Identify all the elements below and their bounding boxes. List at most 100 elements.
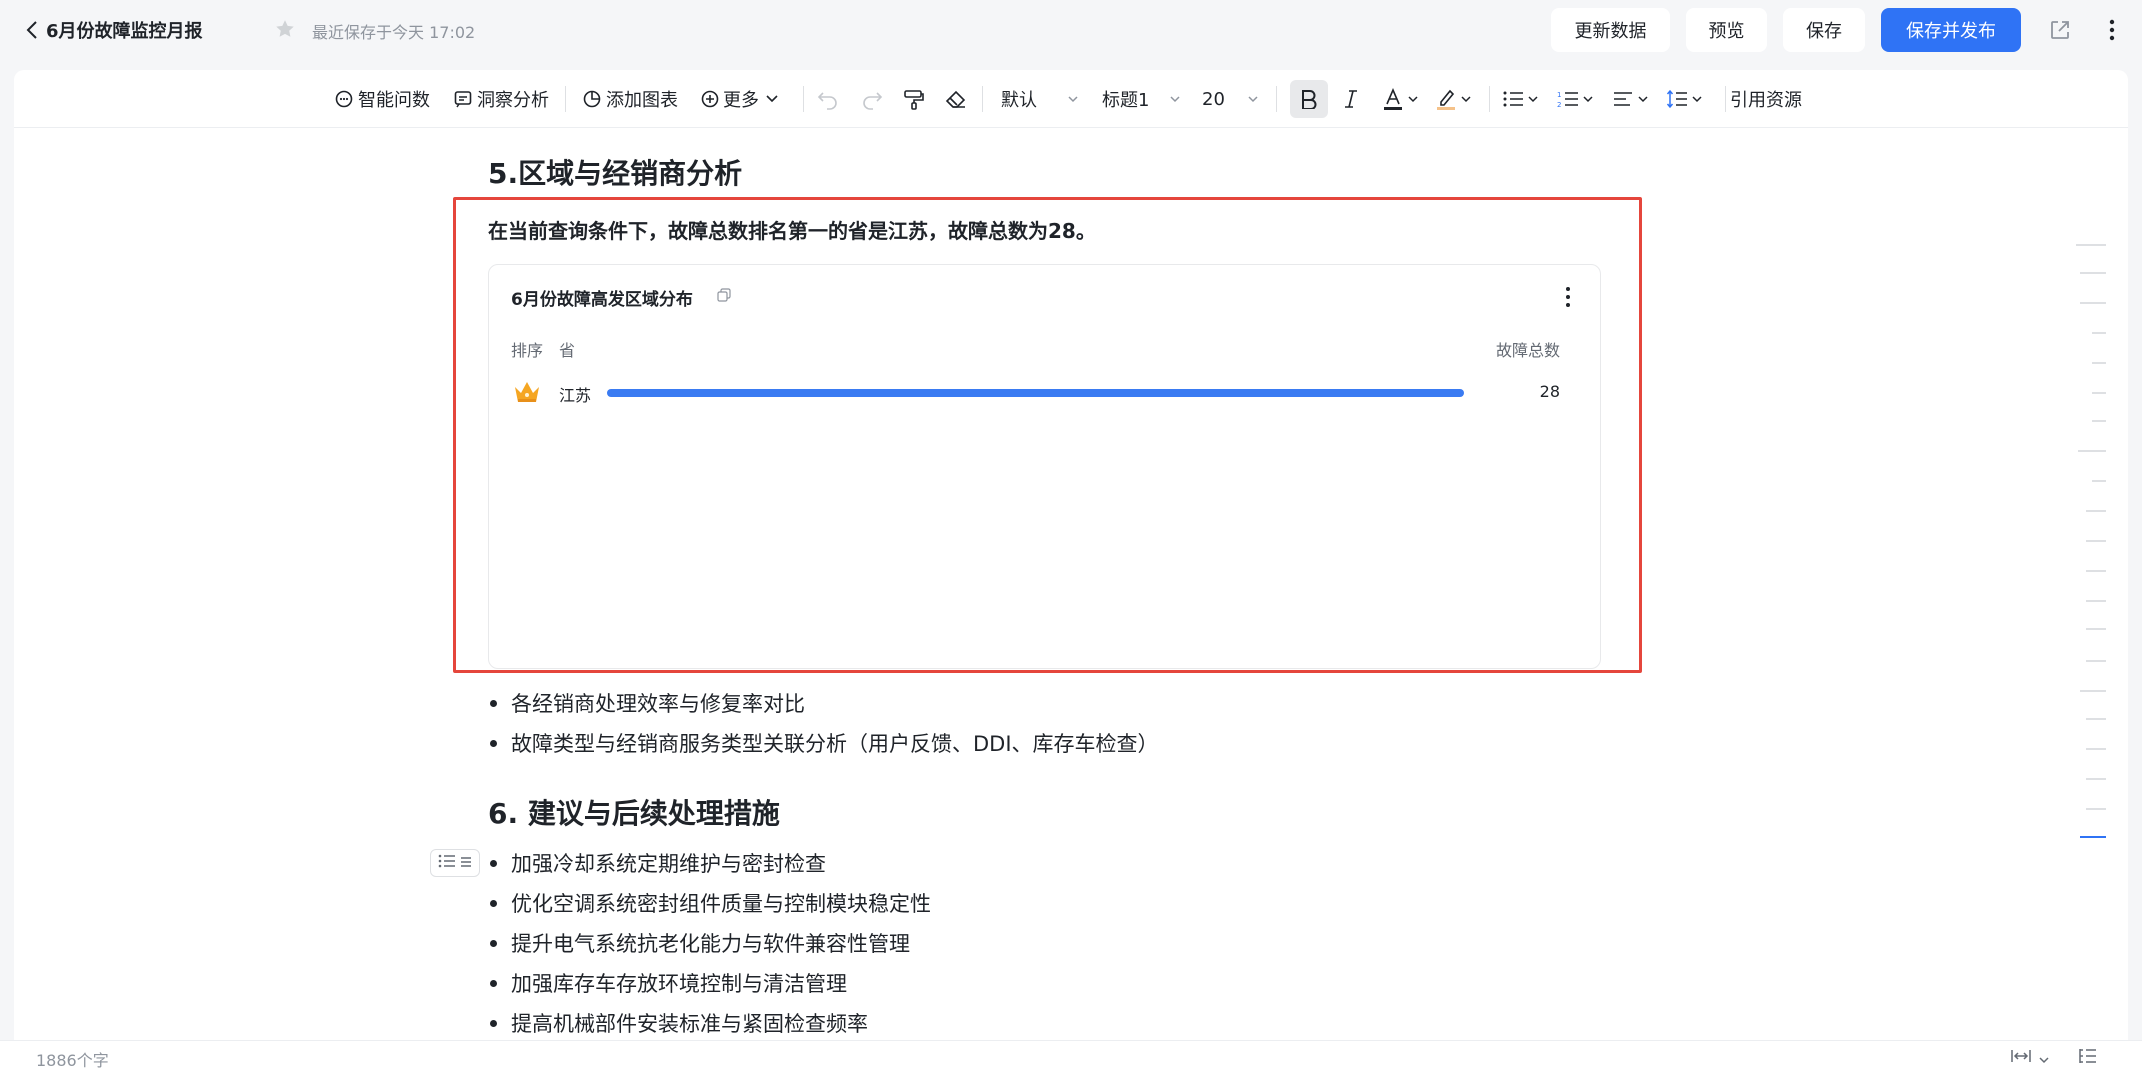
list-item[interactable]: 故障类型与经销商服务类型关联分析（用户反馈、DDI、库存车检查） xyxy=(490,728,1159,758)
undo-button[interactable] xyxy=(816,83,840,115)
list-item-text: 各经销商处理效率与修复率对比 xyxy=(511,692,805,716)
outline-entry[interactable] xyxy=(2076,244,2106,246)
outline-entry[interactable] xyxy=(2086,628,2106,630)
copy-icon[interactable] xyxy=(717,287,731,306)
smart-ask-button[interactable]: 智能问数 xyxy=(334,83,430,115)
ranking-row-value: 28 xyxy=(1539,382,1560,401)
bullet-list-button[interactable] xyxy=(1502,83,1539,115)
column-header-rank: 排序 xyxy=(511,341,544,360)
numbered-list-button[interactable]: 12 xyxy=(1557,83,1594,115)
outline-entry[interactable] xyxy=(2086,808,2106,810)
redo-icon xyxy=(860,88,884,110)
outline-entry[interactable] xyxy=(2080,302,2106,304)
list-item[interactable]: 各经销商处理效率与修复率对比 xyxy=(490,688,805,718)
outline-entry[interactable] xyxy=(2092,362,2106,364)
heading-style-select[interactable]: 标题1 xyxy=(1102,83,1181,115)
list-item[interactable]: 提高机械部件安装标准与紧固检查频率 xyxy=(490,1008,868,1038)
italic-icon xyxy=(1342,89,1360,109)
toolbar-divider xyxy=(1489,86,1490,112)
heading-style-value: 标题1 xyxy=(1102,90,1150,111)
font-family-value: 默认 xyxy=(1001,90,1037,111)
svg-text:1: 1 xyxy=(1557,91,1561,99)
share-external-icon[interactable] xyxy=(2046,16,2074,44)
outline-entry[interactable] xyxy=(2086,510,2106,512)
bold-button[interactable] xyxy=(1290,80,1328,118)
preview-button[interactable]: 预览 xyxy=(1686,8,1767,52)
bullet-dot xyxy=(490,859,497,867)
bullet-list-icon xyxy=(438,853,456,873)
outline-entry[interactable] xyxy=(2086,718,2106,720)
format-painter-button[interactable] xyxy=(902,83,926,115)
chevron-down-icon xyxy=(765,94,779,104)
save-and-publish-button[interactable]: 保存并发布 xyxy=(1881,8,2021,52)
outline-entry[interactable] xyxy=(2080,836,2106,838)
chevron-down-icon xyxy=(1460,95,1472,103)
outline-toggle[interactable] xyxy=(2078,1047,2098,1069)
refresh-data-button[interactable]: 更新数据 xyxy=(1551,8,1670,52)
plus-circle-icon xyxy=(700,89,720,109)
numbered-list-icon: 12 xyxy=(1557,89,1579,109)
chevron-down-icon xyxy=(1637,95,1649,103)
bullet-dot xyxy=(490,979,497,987)
cite-resource-button[interactable]: 引用资源 xyxy=(1730,83,1802,115)
list-item[interactable]: 提升电气系统抗老化能力与软件兼容性管理 xyxy=(490,928,910,958)
clear-format-button[interactable] xyxy=(944,83,968,115)
outline-entry[interactable] xyxy=(2086,660,2106,662)
chart-card-title: 6月份故障高发区域分布 xyxy=(511,290,693,310)
section-5-summary[interactable]: 在当前查询条件下，故障总数排名第一的省是江苏，故障总数为28。 xyxy=(488,215,1096,244)
list-item[interactable]: 加强库存车存放环境控制与清洁管理 xyxy=(490,968,847,998)
insight-analysis-button[interactable]: 洞察分析 xyxy=(453,83,549,115)
outline-entry[interactable] xyxy=(2086,778,2106,780)
text-align-button[interactable] xyxy=(1612,83,1649,115)
list-item-text: 优化空调系统密封组件质量与控制模块稳定性 xyxy=(511,892,931,916)
outline-entry[interactable] xyxy=(2080,272,2106,274)
list-item[interactable]: 优化空调系统密封组件质量与控制模块稳定性 xyxy=(490,888,931,918)
outline-entry[interactable] xyxy=(2092,392,2106,394)
redo-button[interactable] xyxy=(860,83,884,115)
page-width-toggle[interactable] xyxy=(2010,1047,2050,1069)
more-menu-button[interactable]: 更多 xyxy=(700,83,779,115)
more-vertical-icon[interactable] xyxy=(1558,285,1578,309)
toolbar-divider xyxy=(1276,86,1277,112)
section-5-heading[interactable]: 5.区域与经销商分析 xyxy=(488,152,742,192)
toolbar-divider xyxy=(982,86,983,112)
undo-icon xyxy=(816,88,840,110)
font-family-select[interactable]: 默认 xyxy=(1001,83,1079,115)
pie-chart-icon xyxy=(582,89,602,109)
list-item[interactable]: 加强冷却系统定期维护与密封检查 xyxy=(490,848,826,878)
list-item-text: 加强库存车存放环境控制与清洁管理 xyxy=(511,972,847,996)
outline-entry[interactable] xyxy=(2086,540,2106,542)
region-ranking-chart-card[interactable]: 6月份故障高发区域分布 排序 省 故障总数 江苏 28 xyxy=(488,264,1601,669)
chevron-down-icon xyxy=(2038,1049,2050,1068)
more-vertical-icon[interactable] xyxy=(2098,16,2126,44)
list-item-text: 加强冷却系统定期维护与密封检查 xyxy=(511,852,826,876)
italic-button[interactable] xyxy=(1342,83,1360,115)
outline-entry[interactable] xyxy=(2086,600,2106,602)
back-arrow-icon[interactable] xyxy=(20,18,44,42)
outline-entry[interactable] xyxy=(2086,748,2106,750)
outline-entry[interactable] xyxy=(2086,570,2106,572)
line-spacing-button[interactable] xyxy=(1666,83,1703,115)
highlight-color-button[interactable] xyxy=(1435,83,1472,115)
save-button[interactable]: 保存 xyxy=(1783,8,1865,52)
outline-entry[interactable] xyxy=(2078,450,2106,452)
bullet-dot xyxy=(490,939,497,947)
font-size-select[interactable]: 20 xyxy=(1202,83,1259,115)
format-painter-icon xyxy=(902,88,926,110)
section-6-heading[interactable]: 6. 建议与后续处理措施 xyxy=(488,792,780,832)
list-block-handle[interactable] xyxy=(430,849,480,877)
outline-entry[interactable] xyxy=(2092,480,2106,482)
status-bar: 1886个字 xyxy=(0,1040,2142,1072)
star-icon[interactable] xyxy=(274,18,296,40)
outline-entry[interactable] xyxy=(2080,690,2106,692)
insight-label: 洞察分析 xyxy=(477,90,549,111)
align-left-icon xyxy=(1612,89,1634,109)
outline-entry[interactable] xyxy=(2092,332,2106,334)
outline-entry[interactable] xyxy=(2092,420,2106,422)
list-item-text: 提高机械部件安装标准与紧固检查频率 xyxy=(511,1012,868,1036)
svg-text:2: 2 xyxy=(1557,101,1561,109)
add-chart-button[interactable]: 添加图表 xyxy=(582,83,678,115)
document-title[interactable]: 6月份故障监控月报 xyxy=(46,17,203,43)
font-color-button[interactable] xyxy=(1382,83,1419,115)
smart-ask-label: 智能问数 xyxy=(358,90,430,111)
